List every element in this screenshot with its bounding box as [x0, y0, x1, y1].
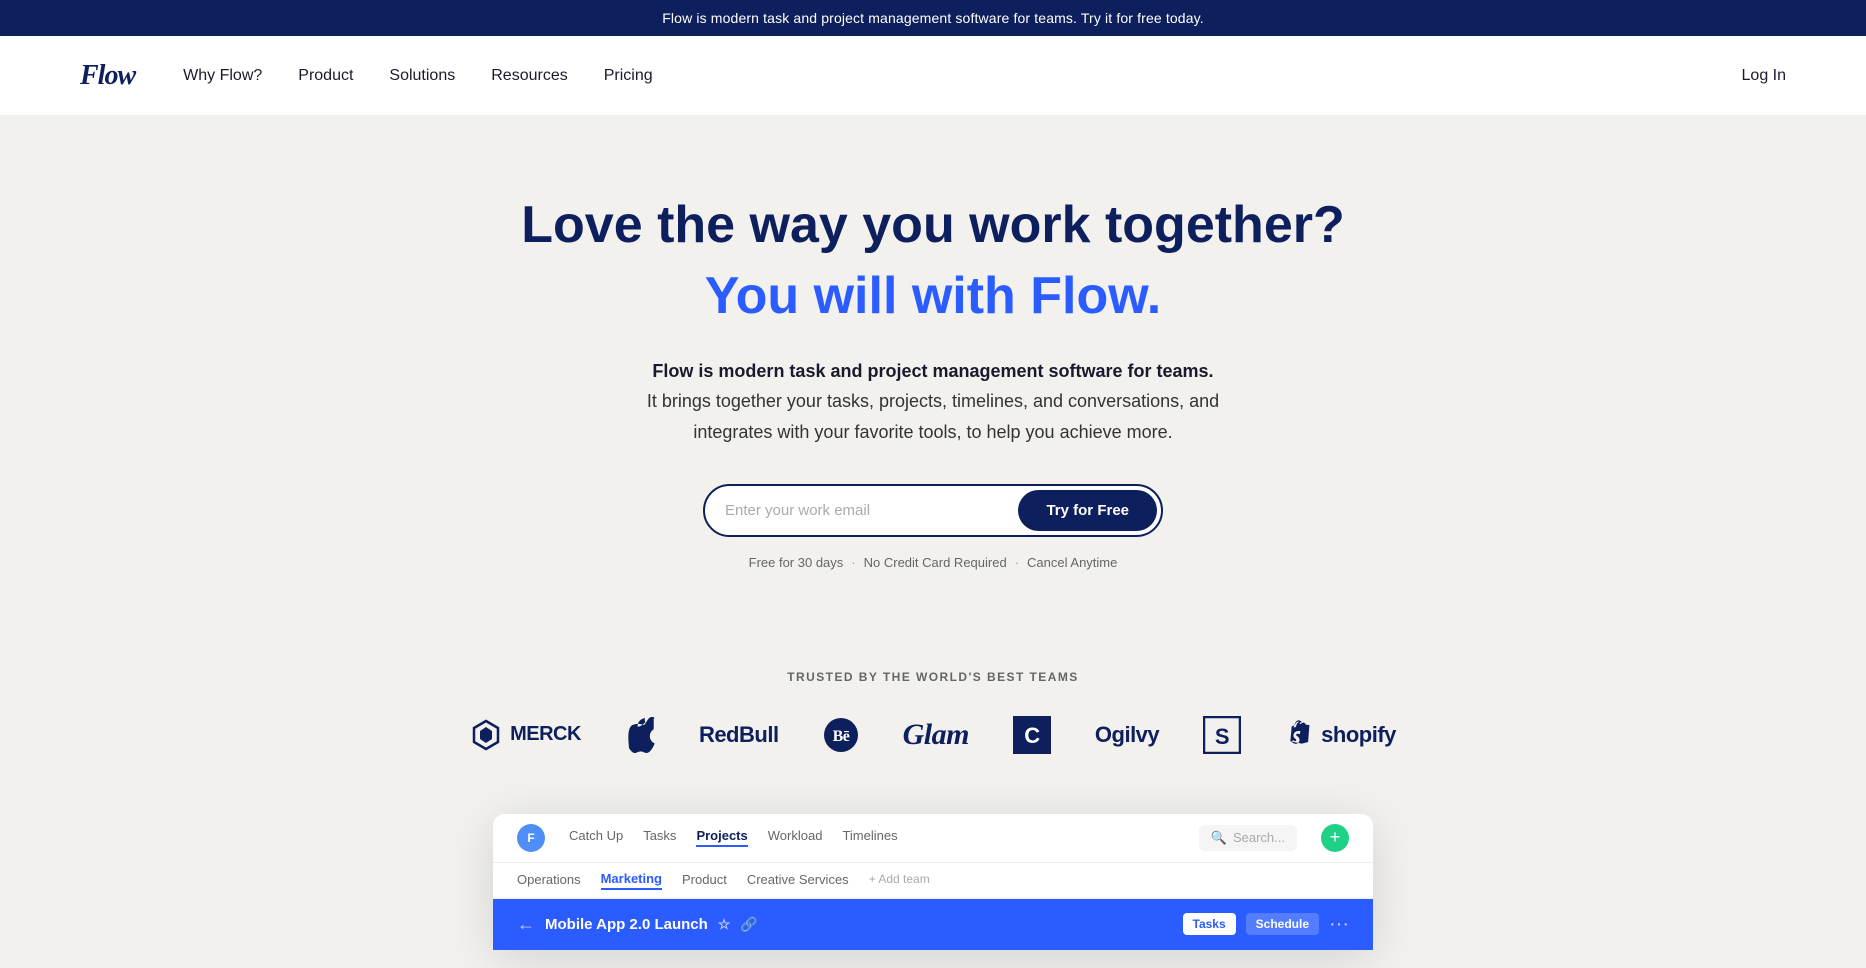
- svg-text:C: C: [1024, 723, 1040, 748]
- svg-text:Bē: Bē: [832, 728, 849, 745]
- free-note-3: Cancel Anytime: [1027, 555, 1117, 570]
- app-nav-tabs: Catch Up Tasks Projects Workload Timelin…: [569, 828, 1175, 847]
- brand-behance: Bē: [823, 717, 859, 753]
- free-note-2: No Credit Card Required: [864, 555, 1007, 570]
- free-note-1: Free for 30 days: [749, 555, 844, 570]
- nav-link-pricing[interactable]: Pricing: [604, 67, 653, 84]
- dot-2: ·: [1015, 555, 1019, 570]
- trusted-label: TRUSTED BY THE WORLD'S BEST TEAMS: [20, 670, 1846, 684]
- nav-item-pricing[interactable]: Pricing: [604, 67, 653, 85]
- search-icon: 🔍: [1211, 830, 1227, 846]
- nav-link-solutions[interactable]: Solutions: [389, 67, 455, 84]
- hero-sub-bold: Flow is modern task and project manageme…: [652, 361, 1213, 381]
- app-preview: F Catch Up Tasks Projects Workload Timel…: [493, 814, 1373, 950]
- dot-1: ·: [851, 555, 855, 570]
- merck-icon: [470, 719, 502, 751]
- try-free-button[interactable]: Try for Free: [1018, 490, 1157, 531]
- app-subnav-product[interactable]: Product: [682, 872, 727, 889]
- navbar: Flow Why Flow? Product Solutions Resourc…: [0, 36, 1866, 116]
- shopify-label: shopify: [1321, 722, 1396, 748]
- shopify-icon: [1285, 719, 1313, 751]
- star-icon: ☆: [718, 916, 731, 933]
- app-task-title: ← Mobile App 2.0 Launch ☆ 🔗: [517, 914, 758, 935]
- ogilvy-label: Ogilvy: [1095, 722, 1159, 748]
- free-note: Free for 30 days · No Credit Card Requir…: [20, 555, 1846, 570]
- redbull-label: RedBull: [699, 722, 779, 748]
- brand-carhartt: C: [1013, 716, 1051, 754]
- brand-merck: MERCK: [470, 719, 581, 751]
- skillshare-icon: S: [1203, 716, 1241, 754]
- app-tab-timelines[interactable]: Timelines: [842, 828, 897, 847]
- app-tab-catchup[interactable]: Catch Up: [569, 828, 623, 847]
- app-task-row: ← Mobile App 2.0 Launch ☆ 🔗 Tasks Schedu…: [493, 899, 1373, 950]
- email-input[interactable]: [725, 492, 1018, 529]
- carhartt-icon: C: [1013, 716, 1051, 754]
- nav-item-product[interactable]: Product: [298, 67, 353, 85]
- apple-icon: [625, 717, 655, 753]
- nav-link-resources[interactable]: Resources: [491, 67, 567, 84]
- app-tab-tasks[interactable]: Tasks: [643, 828, 676, 847]
- app-tab-workload[interactable]: Workload: [768, 828, 823, 847]
- nav-link-why-flow[interactable]: Why Flow?: [183, 67, 262, 84]
- nav-links: Why Flow? Product Solutions Resources Pr…: [183, 67, 652, 85]
- app-task-buttons: Tasks Schedule ···: [1183, 913, 1349, 936]
- app-task-name: Mobile App 2.0 Launch: [545, 916, 708, 933]
- login-button[interactable]: Log In: [1742, 67, 1786, 85]
- hero-headline-2: You will with Flow.: [20, 266, 1846, 326]
- brand-shopify: shopify: [1285, 719, 1396, 751]
- brand-skillshare: S: [1203, 716, 1241, 754]
- merck-label: MERCK: [510, 723, 581, 746]
- svg-text:S: S: [1215, 724, 1229, 749]
- top-banner: Flow is modern task and project manageme…: [0, 0, 1866, 36]
- brand-redbull: RedBull: [699, 722, 779, 748]
- link-icon: 🔗: [740, 916, 757, 933]
- hero-subtext: Flow is modern task and project manageme…: [623, 356, 1243, 448]
- brand-ogilvy: Ogilvy: [1095, 722, 1159, 748]
- trusted-section: TRUSTED BY THE WORLD'S BEST TEAMS MERCK …: [0, 620, 1866, 784]
- app-back-button[interactable]: ←: [517, 914, 535, 935]
- app-more-button[interactable]: ···: [1329, 913, 1349, 936]
- app-search-bar[interactable]: 🔍 Search...: [1199, 825, 1297, 851]
- app-schedule-tag[interactable]: Schedule: [1246, 913, 1319, 935]
- behance-icon: Bē: [823, 717, 859, 753]
- app-subnav-creative[interactable]: Creative Services: [747, 872, 849, 889]
- app-add-button[interactable]: +: [1321, 824, 1349, 852]
- app-tab-projects[interactable]: Projects: [696, 828, 747, 847]
- hero-headline-1: Love the way you work together?: [20, 196, 1846, 256]
- nav-link-product[interactable]: Product: [298, 67, 353, 84]
- email-form: Try for Free: [703, 484, 1163, 537]
- navbar-left: Flow Why Flow? Product Solutions Resourc…: [80, 60, 653, 92]
- hero-sub-regular: It brings together your tasks, projects,…: [647, 391, 1219, 442]
- app-sub-nav: Operations Marketing Product Creative Se…: [493, 863, 1373, 899]
- nav-item-resources[interactable]: Resources: [491, 67, 567, 85]
- glam-label: Glam: [903, 718, 969, 752]
- logos-row: MERCK RedBull Bē Glam C: [20, 716, 1846, 754]
- search-placeholder: Search...: [1233, 830, 1285, 845]
- app-avatar: F: [517, 824, 545, 852]
- banner-text: Flow is modern task and project manageme…: [662, 10, 1204, 26]
- app-subnav-operations[interactable]: Operations: [517, 872, 581, 889]
- app-subnav-add[interactable]: + Add team: [869, 872, 930, 888]
- app-nav-bar: F Catch Up Tasks Projects Workload Timel…: [493, 814, 1373, 863]
- app-tasks-tag[interactable]: Tasks: [1183, 913, 1236, 935]
- nav-item-why-flow[interactable]: Why Flow?: [183, 67, 262, 85]
- hero-section: Love the way you work together? You will…: [0, 116, 1866, 620]
- logo[interactable]: Flow: [80, 60, 135, 92]
- brand-glam: Glam: [903, 718, 969, 752]
- nav-item-solutions[interactable]: Solutions: [389, 67, 455, 85]
- brand-apple: [625, 717, 655, 753]
- app-subnav-marketing[interactable]: Marketing: [601, 871, 662, 890]
